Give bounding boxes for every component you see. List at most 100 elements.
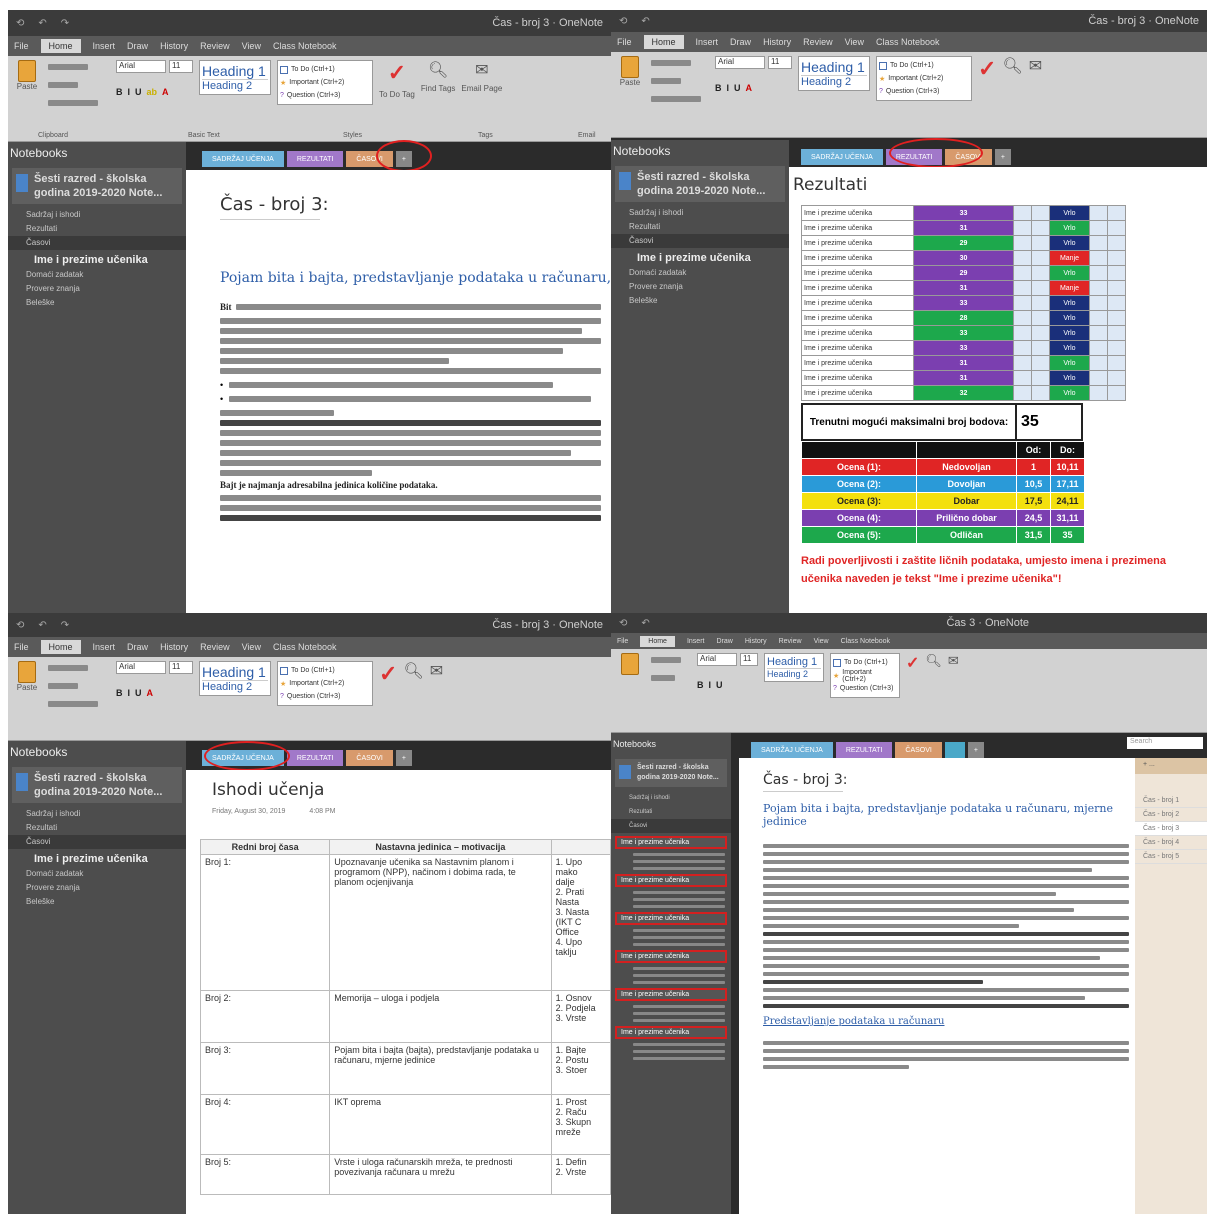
menu-file[interactable]: File [617,638,628,645]
question-tag[interactable]: ? Question (Ctrl+3) [833,682,897,695]
important-tag[interactable]: ★ Important (Ctrl+2) [833,669,897,683]
menu-draw[interactable]: Draw [716,638,732,645]
menu-view[interactable]: View [814,638,829,645]
undo-icon[interactable]: ↶ [641,16,649,27]
important-tag[interactable]: ★ Important (Ctrl+2) [280,677,370,690]
redo-icon[interactable]: ↷ [61,18,69,29]
menu-draw[interactable]: Draw [127,41,148,51]
underline-button[interactable]: U [135,87,142,97]
undo-icon[interactable]: ↶ [38,18,46,29]
heading2-style[interactable]: Heading 2 [202,80,268,92]
menu-class-notebook[interactable]: Class Notebook [841,638,890,645]
menu-class-notebook[interactable]: Class Notebook [876,37,940,47]
tab-sadrzaj[interactable]: SADRŽAJ UČENJA [202,151,284,167]
sync-icon[interactable]: ⟲ [16,18,24,29]
italic-button[interactable]: I [727,83,730,93]
menu-review[interactable]: Review [200,41,230,51]
bold-button[interactable]: B [715,83,722,93]
section-item[interactable]: Provere znanja [8,282,186,296]
find-tags-icon[interactable]: 🔍︎ [428,60,448,80]
undo-icon[interactable]: ↶ [641,618,649,629]
student-group-highlighted[interactable]: Ime i prezime učenika [615,988,727,1001]
notebook-selector[interactable]: Šesti razred - školska godina 2019-2020 … [615,166,785,202]
menu-insert[interactable]: Insert [687,638,705,645]
menu-home[interactable]: Home [40,640,81,654]
menu-history[interactable]: History [160,41,188,51]
todo-tag[interactable]: To Do (Ctrl+1) [879,59,969,72]
menu-file[interactable]: File [14,642,29,652]
font-size-box[interactable]: 11 [169,661,193,674]
heading2-style[interactable]: Heading 2 [767,669,821,679]
menu-view[interactable]: View [242,642,261,652]
student-group-highlighted[interactable]: Ime i prezime učenika [615,874,727,887]
tab-sadrzaj[interactable]: SADRŽAJ UČENJA [801,149,883,165]
section-item[interactable]: Rezultati [611,805,731,819]
paste-button[interactable]: Paste [12,60,42,104]
sync-icon[interactable]: ⟲ [619,618,627,629]
section-link[interactable]: Predstavljanje podataka u računaru [763,1016,1129,1027]
menu-history[interactable]: History [763,37,791,47]
sync-icon[interactable]: ⟲ [619,16,627,27]
search-input[interactable]: Search [1127,737,1203,749]
section-item[interactable]: Sadržaj i ishodi [8,208,186,222]
section-item[interactable]: Rezultati [611,220,789,234]
italic-button[interactable]: I [128,87,131,97]
todo-tag-check-icon[interactable]: ✓ [379,661,397,687]
email-icon[interactable]: ✉ [1029,56,1042,76]
font-color-icon[interactable]: A [147,688,154,698]
font-color-icon[interactable]: A [162,87,169,97]
todo-tag[interactable]: To Do (Ctrl+1) [833,656,897,669]
section-item[interactable]: Sadržaj i ishodi [611,791,731,805]
bold-button[interactable]: B [116,87,123,97]
underline-button[interactable]: U [135,688,142,698]
add-section-button[interactable]: + [395,750,412,766]
heading1-style[interactable]: Heading 1 [801,59,867,76]
section-item[interactable]: Provere znanja [611,280,789,294]
page-list-item[interactable]: Čas - broj 1 [1135,794,1207,808]
menu-review[interactable]: Review [779,638,802,645]
menu-insert[interactable]: Insert [93,41,116,51]
menu-home[interactable]: Home [40,39,81,53]
section-item-selected[interactable]: Časovi [8,835,186,849]
menu-draw[interactable]: Draw [730,37,751,47]
menu-home[interactable]: Home [643,35,684,49]
important-tag[interactable]: ★ Important (Ctrl+2) [879,72,969,85]
underline-button[interactable]: U [716,680,723,690]
page-list-item[interactable]: Čas - broj 3 [1135,822,1207,836]
todo-tag[interactable]: To Do (Ctrl+1) [280,63,370,76]
notebook-selector[interactable]: Šesti razred - školska godina 2019-2020 … [12,767,182,803]
section-item[interactable]: Beleške [611,294,789,308]
tab-casovi[interactable]: ČASOVI [895,742,942,758]
section-item[interactable]: Sadržaj i ishodi [8,807,186,821]
menu-insert[interactable]: Insert [696,37,719,47]
add-page-button[interactable]: + ... [1135,758,1207,774]
section-item[interactable]: Domaći zadatak [8,867,186,881]
bold-button[interactable]: B [697,680,704,690]
menu-history[interactable]: History [160,642,188,652]
sync-icon[interactable]: ⟲ [16,620,24,631]
paste-button[interactable] [615,653,645,697]
tab-rezultati[interactable]: REZULTATI [286,151,344,167]
font-name-box[interactable]: Arial [116,661,166,674]
add-section-button[interactable]: + [994,149,1011,165]
heading1-style[interactable]: Heading 1 [202,63,268,80]
menu-file[interactable]: File [617,37,632,47]
menu-review[interactable]: Review [200,642,230,652]
font-name-box[interactable]: Arial [697,653,737,666]
italic-button[interactable]: I [128,688,131,698]
font-size-box[interactable]: 11 [169,60,193,73]
section-group[interactable]: Ime i prezime učenika [8,849,186,867]
notebook-selector[interactable]: Šesti razred - školska godina 2019-2020 … [12,168,182,204]
add-section-button[interactable]: + [967,742,984,758]
highlight-icon[interactable]: ab [147,87,158,97]
section-item-selected[interactable]: Časovi [611,234,789,248]
notebook-selector[interactable]: Šesti razred - školska godina 2019-2020 … [615,759,727,787]
paste-button[interactable]: Paste [12,661,42,705]
menu-draw[interactable]: Draw [127,642,148,652]
font-size-box[interactable]: 11 [740,653,758,666]
section-item[interactable]: Provere znanja [8,881,186,895]
menu-home[interactable]: Home [640,635,675,647]
section-group[interactable]: Ime i prezime učenika [611,248,789,266]
page-list-item[interactable]: Čas - broj 2 [1135,808,1207,822]
heading1-style[interactable]: Heading 1 [202,664,268,681]
